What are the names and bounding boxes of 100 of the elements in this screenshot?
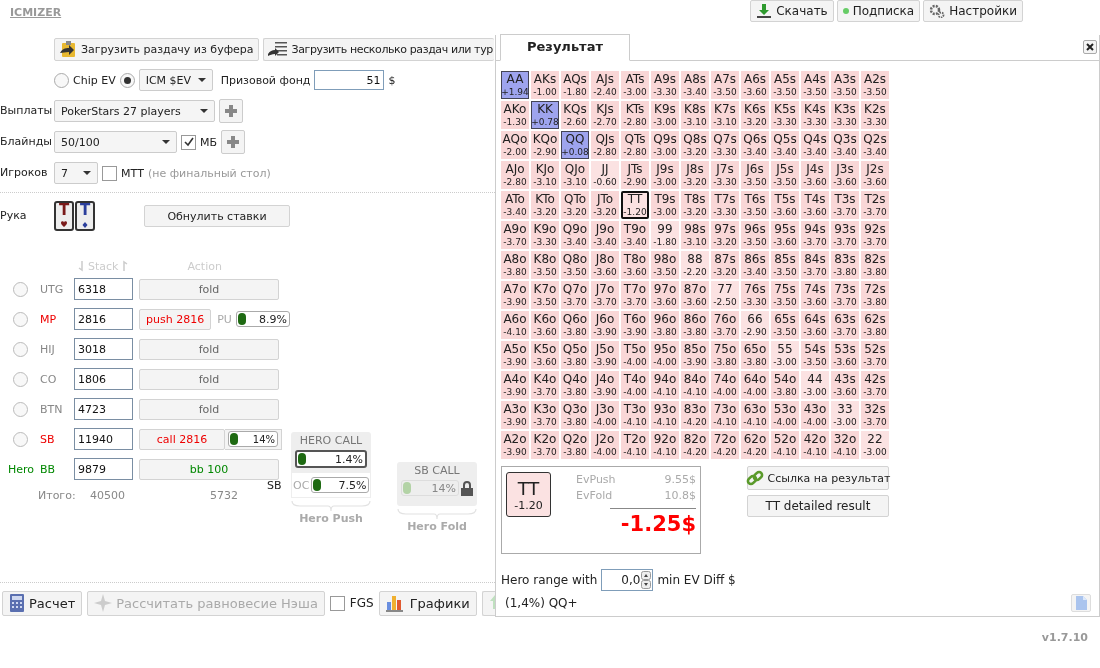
hand-cell[interactable]: 42s -3.70 <box>861 371 889 399</box>
hand-cell[interactable]: AA +1.94 <box>501 71 529 99</box>
hand-cell[interactable]: T7o -3.70 <box>621 281 649 309</box>
prize-field[interactable]: 51 <box>314 70 385 90</box>
hand-cell[interactable]: Q5o -3.80 <box>561 341 589 369</box>
hand-cell[interactable]: 98s -3.10 <box>681 221 709 249</box>
hand-cell[interactable]: 43s -3.60 <box>831 371 859 399</box>
hand-cell[interactable]: K9s -3.00 <box>651 101 679 129</box>
hand-cell[interactable]: A4o -3.90 <box>501 371 529 399</box>
hand-cell[interactable]: J4s -3.60 <box>801 161 829 189</box>
action-button[interactable]: push 2816 <box>139 308 212 330</box>
checkbox[interactable] <box>102 165 117 181</box>
hand-cell[interactable]: Q7o -3.70 <box>561 281 589 309</box>
hand-cell[interactable]: J8s -3.20 <box>681 161 709 189</box>
action-button[interactable]: call 2816 <box>139 428 225 450</box>
hand-cell[interactable]: 72s -3.80 <box>861 281 889 309</box>
hand-cell[interactable]: A8o -3.80 <box>501 251 529 279</box>
hand-cell[interactable]: T7s -3.30 <box>711 191 739 219</box>
reset-button[interactable]: Обнулить ставки <box>144 205 290 227</box>
hand-cell[interactable]: QTo -3.20 <box>561 191 589 219</box>
stack-field[interactable]: 9879 <box>74 458 133 480</box>
hand-cell[interactable]: 95o -4.00 <box>651 341 679 369</box>
hand-cell[interactable]: A3s -3.50 <box>831 71 859 99</box>
link-button[interactable]: Ссылка на результат <box>747 466 889 490</box>
hand-cell[interactable]: 97o -3.60 <box>651 281 679 309</box>
hand-cell[interactable]: A6s -3.60 <box>741 71 769 99</box>
hand-cell[interactable]: 63o -4.10 <box>741 401 769 429</box>
hand-cell[interactable]: 97s -3.20 <box>711 221 739 249</box>
hand-cell[interactable]: QTs -2.80 <box>621 131 649 159</box>
hand-cell[interactable]: AQs -1.80 <box>561 71 589 99</box>
hand-cell[interactable]: 64s -3.60 <box>801 311 829 339</box>
add-button[interactable] <box>221 130 246 154</box>
hand-cell[interactable]: 66 -2.90 <box>741 311 769 339</box>
hand-cell[interactable]: 94s -3.70 <box>801 221 829 249</box>
hand-cell[interactable]: Q9s -3.00 <box>651 131 679 159</box>
hand-cell[interactable]: K2s -3.30 <box>861 101 889 129</box>
action-button[interactable]: fold <box>139 338 279 360</box>
hand-cell[interactable]: 94o -4.10 <box>651 371 679 399</box>
hand-cell[interactable]: K6o -3.60 <box>531 311 559 339</box>
hand-cell[interactable]: T9o -3.40 <box>621 221 649 249</box>
hand-cell[interactable]: 32o -4.10 <box>831 431 859 459</box>
hand-cell[interactable]: T2o -4.10 <box>621 431 649 459</box>
hand-cell[interactable]: 52o -4.10 <box>771 431 799 459</box>
checkbox[interactable] <box>329 595 345 611</box>
hand-cell[interactable]: J7o -3.70 <box>591 281 619 309</box>
hand-cell[interactable]: A8s -3.40 <box>681 71 709 99</box>
hand-cell[interactable]: 92o -4.10 <box>651 431 679 459</box>
hand-cell[interactable]: J5o -3.90 <box>591 341 619 369</box>
players-select[interactable]: 7 <box>54 162 98 184</box>
stack-field[interactable]: 2816 <box>74 308 133 330</box>
hand-cell[interactable]: 76s -3.30 <box>741 281 769 309</box>
hand-cell[interactable]: 98o -3.50 <box>651 251 679 279</box>
hand-cell[interactable]: KTo -3.20 <box>531 191 559 219</box>
hand-cell[interactable]: J3s -3.60 <box>831 161 859 189</box>
hand-cell[interactable]: K5s -3.30 <box>771 101 799 129</box>
hand-cell[interactable]: T5o -4.00 <box>621 341 649 369</box>
mode-select[interactable]: ICM $EV <box>138 69 213 91</box>
hand-cell[interactable]: JTs -2.90 <box>621 161 649 189</box>
stack-field[interactable]: 4723 <box>74 398 133 420</box>
hand-cell[interactable]: K5o -3.60 <box>531 341 559 369</box>
hand-cell[interactable]: JJ -0.60 <box>591 161 619 189</box>
hand-cell[interactable]: A9o -3.70 <box>501 221 529 249</box>
hand-cell[interactable]: 64o -4.00 <box>741 371 769 399</box>
hand-cell[interactable]: 82s -3.80 <box>861 251 889 279</box>
toolbar-button[interactable]: Настройки <box>923 0 1023 22</box>
blinds-select[interactable]: 50/100 <box>54 131 177 153</box>
radio-button[interactable] <box>12 401 28 417</box>
hand-cell[interactable]: 72o -4.20 <box>711 431 739 459</box>
stack-field[interactable]: 3018 <box>74 338 133 360</box>
toolbar-button[interactable]: Скачать <box>750 0 834 22</box>
hand-cell[interactable]: T3s -3.70 <box>831 191 859 219</box>
detail-button[interactable]: TT detailed result <box>747 495 889 517</box>
hand-cell[interactable]: J9o -3.40 <box>591 221 619 249</box>
radio-button[interactable] <box>54 72 69 88</box>
hand-cell[interactable]: T9s -3.00 <box>651 191 679 219</box>
radio-button[interactable] <box>12 371 28 387</box>
hand-cell[interactable]: K8s -3.10 <box>681 101 709 129</box>
hand-cell[interactable]: KJs -2.70 <box>591 101 619 129</box>
hand-cell[interactable]: Q4s -3.40 <box>801 131 829 159</box>
hand-cell[interactable]: QJs -2.80 <box>591 131 619 159</box>
hand-cell[interactable]: T8s -3.20 <box>681 191 709 219</box>
hand-cell[interactable]: J6s -3.50 <box>741 161 769 189</box>
hand-cell[interactable]: 33 -3.00 <box>831 401 859 429</box>
hand-cell[interactable]: 84o -4.10 <box>681 371 709 399</box>
hand-cell[interactable]: 74o -4.00 <box>711 371 739 399</box>
hand-cell[interactable]: T2s -3.70 <box>861 191 889 219</box>
hand-cell[interactable]: K9o -3.30 <box>531 221 559 249</box>
hand-cell[interactable]: KQo -2.90 <box>531 131 559 159</box>
hand-cell[interactable]: 96o -3.80 <box>651 311 679 339</box>
hand-cell[interactable]: 86o -3.80 <box>681 311 709 339</box>
playing-card[interactable]: T <box>54 201 74 231</box>
hand-cell[interactable]: J3o -4.00 <box>591 401 619 429</box>
hand-cell[interactable]: TT -1.20 <box>621 191 649 219</box>
hand-cell[interactable]: 73s -3.70 <box>831 281 859 309</box>
hand-cell[interactable]: K6s -3.20 <box>741 101 769 129</box>
hand-cell[interactable]: 85s -3.50 <box>771 251 799 279</box>
hand-cell[interactable]: 76o -3.70 <box>711 311 739 339</box>
hand-cell[interactable]: 53s -3.60 <box>831 341 859 369</box>
copy-button[interactable] <box>1071 594 1091 612</box>
hand-cell[interactable]: 75s -3.50 <box>771 281 799 309</box>
